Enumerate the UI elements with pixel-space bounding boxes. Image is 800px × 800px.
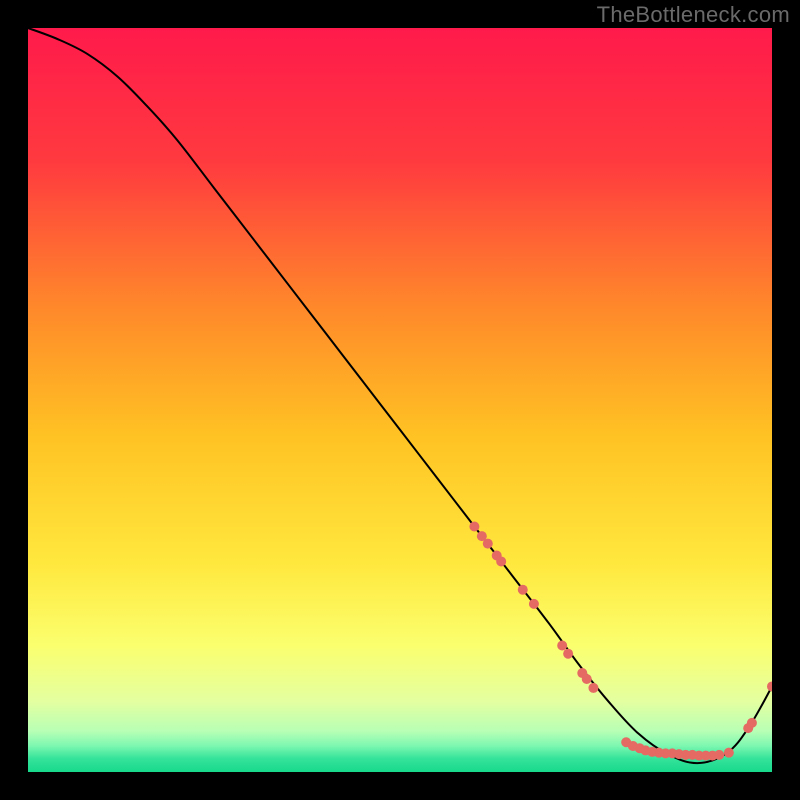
marker-point — [724, 748, 734, 758]
plot-area — [28, 28, 772, 772]
marker-point — [714, 750, 724, 760]
marker-point — [529, 599, 539, 609]
marker-point — [582, 674, 592, 684]
chart-stage: TheBottleneck.com — [0, 0, 800, 800]
watermark-label: TheBottleneck.com — [597, 2, 790, 28]
marker-point — [469, 521, 479, 531]
marker-point — [588, 683, 598, 693]
marker-point — [563, 649, 573, 659]
gradient-background — [28, 28, 772, 772]
marker-point — [747, 718, 757, 728]
marker-point — [557, 641, 567, 651]
chart-svg — [28, 28, 772, 772]
marker-point — [518, 585, 528, 595]
marker-point — [483, 539, 493, 549]
marker-point — [496, 556, 506, 566]
